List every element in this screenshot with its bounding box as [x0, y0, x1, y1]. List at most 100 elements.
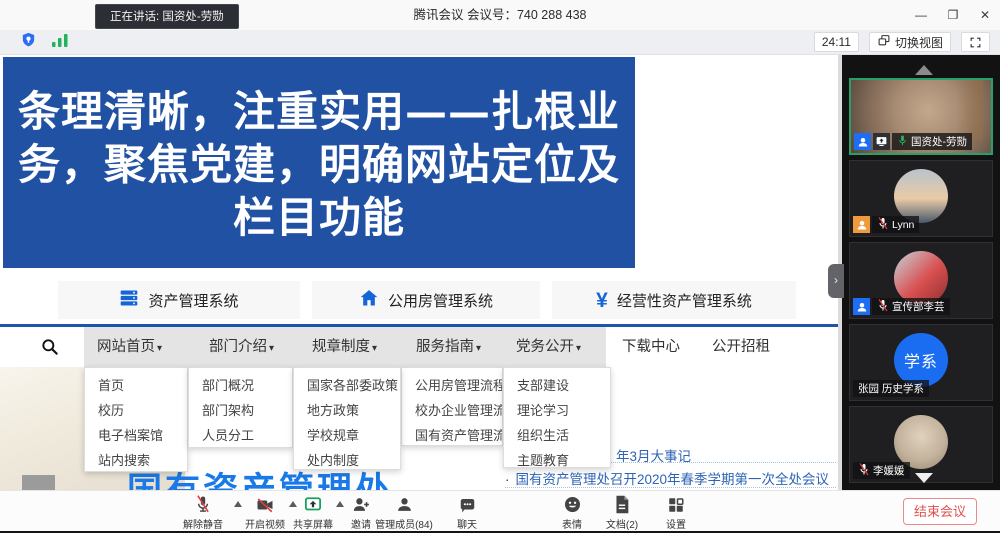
scroll-up-icon[interactable] [915, 65, 933, 75]
slide-banner: 条理清晰，注重实用——扎根业 务，聚焦党建，明确网站定位及 栏目功能 [3, 57, 635, 268]
quicklink-commercial-system[interactable]: ¥ 经营性资产管理系统 [552, 281, 796, 319]
invite-icon [351, 494, 371, 514]
chevron-down-icon: ▾ [157, 343, 162, 354]
share-screen-icon [303, 494, 323, 514]
server-icon [119, 288, 139, 312]
menu-item[interactable]: 部门架构 [189, 398, 292, 423]
participant-tile-lynn[interactable]: Lynn [849, 160, 993, 237]
dropdown-menu-home: 首页 校历 电子档案馆 站内搜索 [84, 367, 188, 472]
menu-item[interactable]: 公用房管理流程 [402, 373, 502, 398]
avatar: 学系 [894, 333, 948, 387]
switch-view-button[interactable]: 切换视图 [869, 32, 951, 52]
menu-item[interactable]: 组织生活 [504, 423, 610, 448]
menu-item[interactable]: 国有资产管理流程 [402, 423, 502, 446]
scroll-down-icon[interactable] [915, 473, 933, 483]
page-background-image [22, 475, 55, 490]
settings-button[interactable]: 设置 [644, 494, 708, 531]
switch-view-icon [877, 34, 891, 50]
dropdown-menu-party: 支部建设 理论学习 组织生活 主题教育 [503, 367, 611, 468]
nav-item-rules[interactable]: 规章制度▾ [312, 327, 377, 367]
end-meeting-button[interactable]: 结束会议 [903, 498, 977, 525]
shared-screen: 条理清晰，注重实用——扎根业 务，聚焦党建，明确网站定位及 栏目功能 资产管理系… [0, 55, 842, 490]
close-icon[interactable]: ✕ [976, 8, 994, 22]
network-signal-icon[interactable] [51, 33, 69, 53]
participant-name: 国资处-劳勚 [911, 134, 967, 149]
document-icon [614, 494, 630, 514]
settings-icon [667, 494, 685, 514]
quicklink-label: 公用房管理系统 [388, 290, 493, 311]
news-link[interactable]: ·国有资产管理处召开2020年春季学期第一次全处会议 [505, 468, 829, 488]
menu-item[interactable]: 国家各部委政策 [294, 373, 400, 398]
nav-item-department[interactable]: 部门介绍▾ [209, 327, 274, 367]
participant-tile-zhangyuan[interactable]: 学系 张园 历史学系 [849, 324, 993, 401]
person-badge-icon [854, 133, 871, 150]
participant-name: Lynn [892, 219, 914, 231]
fullscreen-button[interactable] [961, 32, 990, 52]
participant-tile-laoyi[interactable]: 国资处-劳勚 [849, 78, 993, 155]
mic-muted-icon [858, 463, 870, 479]
quicklink-label: 经营性资产管理系统 [617, 290, 752, 311]
speaking-indicator: 正在讲话: 国资处-劳勚 [95, 4, 239, 29]
menu-item[interactable]: 处内制度 [294, 448, 400, 470]
chevron-down-icon: ▾ [576, 343, 581, 354]
chevron-down-icon: ▾ [269, 343, 274, 354]
chevron-down-icon: ▾ [476, 343, 481, 354]
avatar [894, 169, 948, 223]
participant-name: 宣传部李芸 [892, 299, 945, 314]
quicklink-housing-system[interactable]: 公用房管理系统 [312, 281, 540, 319]
screen-share-badge-icon [873, 133, 890, 150]
nav-item-service[interactable]: 服务指南▾ [416, 327, 481, 367]
menu-item[interactable]: 人员分工 [189, 423, 292, 448]
menu-item[interactable]: 首页 [85, 373, 187, 398]
avatar [894, 251, 948, 305]
menu-item[interactable]: 校办企业管理流程 [402, 398, 502, 423]
members-icon [395, 494, 414, 514]
security-shield-icon[interactable] [20, 31, 37, 54]
menu-item[interactable]: 站内搜索 [85, 448, 187, 472]
camera-muted-icon [255, 494, 275, 514]
menu-item[interactable]: 部门概况 [189, 373, 292, 398]
chat-button[interactable]: 聊天 [435, 494, 499, 531]
meeting-toolbar: 解除静音 开启视频 共享屏幕 邀请 管理成员(84 [0, 490, 1000, 531]
participant-tile-liyun[interactable]: 宣传部李芸 [849, 242, 993, 319]
dropdown-menu-rules: 国家各部委政策 地方政策 学校规章 处内制度 [293, 367, 401, 470]
chevron-down-icon: ▾ [372, 343, 377, 354]
quicklink-asset-system[interactable]: 资产管理系统 [58, 281, 300, 319]
menu-item[interactable]: 理论学习 [504, 398, 610, 423]
yen-icon: ¥ [596, 290, 608, 311]
participant-name: 张园 历史学系 [858, 381, 924, 396]
fullscreen-icon [969, 36, 982, 49]
home-icon [359, 288, 379, 312]
mic-muted-icon [194, 494, 212, 514]
menu-item[interactable]: 电子档案馆 [85, 423, 187, 448]
menu-item[interactable]: 支部建设 [504, 373, 610, 398]
nav-item-home[interactable]: 网站首页▾ [97, 327, 162, 367]
mic-muted-icon [877, 217, 889, 233]
search-icon[interactable] [40, 337, 60, 357]
site-navbar: 网站首页▾ 部门介绍▾ 规章制度▾ 服务指南▾ 党务公开▾ 下载中心 公开招租 [0, 327, 842, 367]
menu-item[interactable]: 主题教育 [504, 448, 610, 468]
avatar [894, 415, 948, 469]
meeting-timer: 24:11 [814, 32, 859, 52]
mic-on-icon [897, 134, 908, 150]
menu-item[interactable]: 地方政策 [294, 398, 400, 423]
dropdown-menu-service: 公用房管理流程 校办企业管理流程 国有资产管理流程 [401, 367, 503, 446]
nav-item-download[interactable]: 下载中心 [622, 327, 680, 367]
minimize-icon[interactable]: — [912, 8, 930, 22]
banner-line: 栏目功能 [3, 191, 635, 244]
nav-item-leasing[interactable]: 公开招租 [712, 327, 770, 367]
participant-tile-liyuanyuan[interactable]: 李媛媛 [849, 406, 993, 483]
unmute-button[interactable]: 解除静音 [171, 494, 235, 531]
emoji-icon [563, 494, 582, 514]
manage-members-button[interactable]: 管理成员(84) [369, 494, 439, 531]
meeting-window: 腾讯会议 会议号：740 288 438 — ❐ ✕ 正在讲话: 国资处-劳勚 … [0, 0, 1000, 533]
dropdown-menu-department: 部门概况 部门架构 人员分工 [188, 367, 293, 448]
divider [505, 487, 836, 488]
menu-item[interactable]: 校历 [85, 398, 187, 423]
switch-view-label: 切换视图 [895, 34, 943, 51]
mic-muted-icon [877, 299, 889, 315]
nav-item-party[interactable]: 党务公开▾ [516, 327, 581, 367]
restore-icon[interactable]: ❐ [944, 8, 962, 22]
collapse-sidebar-handle[interactable]: › [828, 264, 844, 298]
menu-item[interactable]: 学校规章 [294, 423, 400, 448]
